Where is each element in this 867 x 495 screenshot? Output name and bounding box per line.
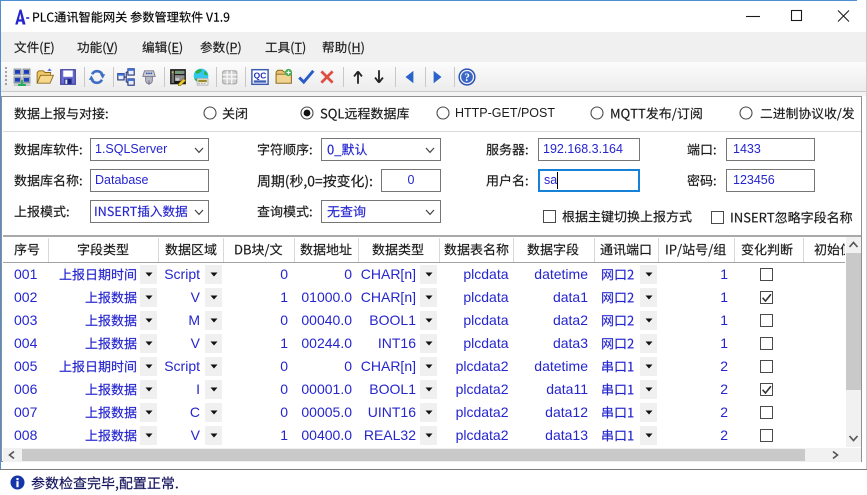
svg-text:QC: QC	[254, 71, 267, 81]
svg-text:?: ?	[464, 72, 470, 84]
